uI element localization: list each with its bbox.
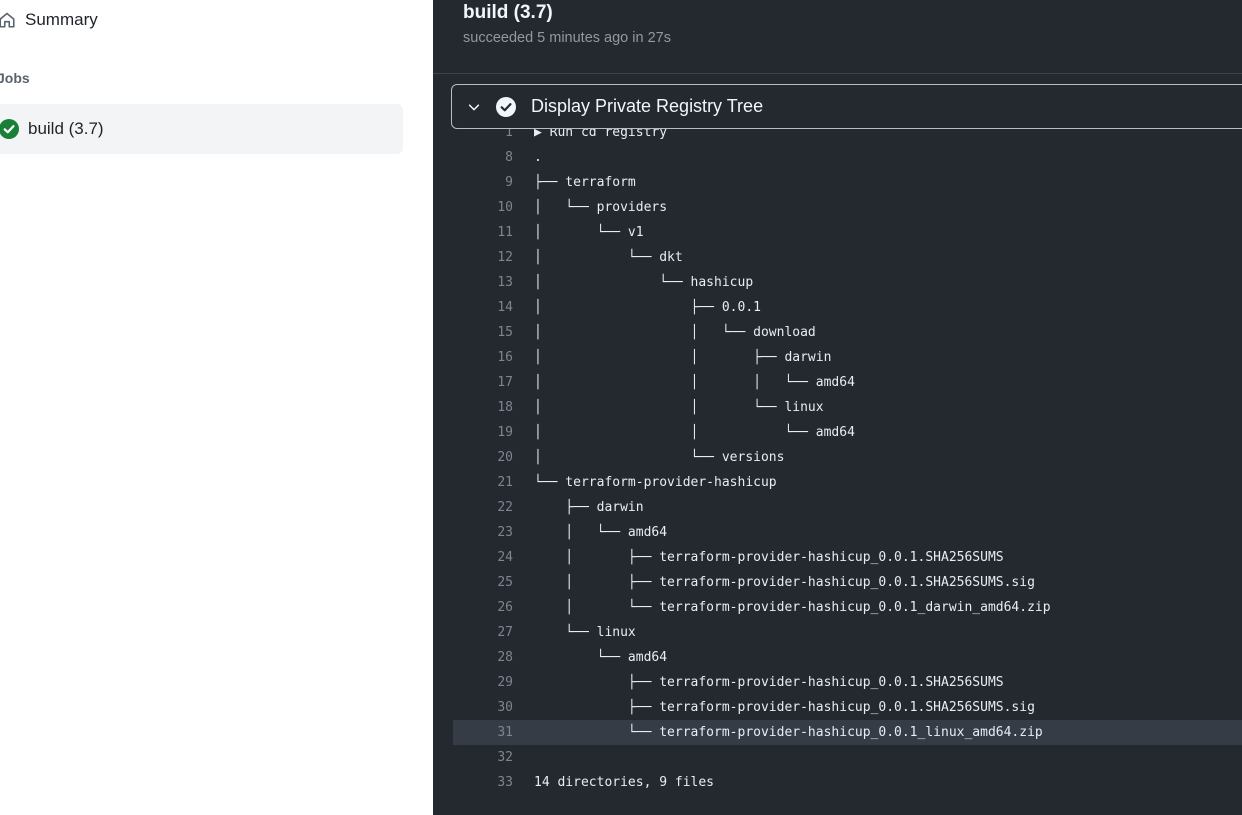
log-line-text: │ └── hashicup: [534, 275, 754, 290]
log-line-text: │ ├── terraform-provider-hashicup_0.0.1.…: [534, 575, 1035, 590]
log-output: 1 ▶ Run cd registry 8. 9 ├── terraform 10 │ └─…: [453, 120, 1242, 795]
log-line-number[interactable]: 10: [453, 200, 513, 215]
log-line-number[interactable]: 13: [453, 275, 513, 290]
log-line-number[interactable]: 18: [453, 400, 513, 415]
log-line-text: └── terraform-provider-hashicup_0.0.1_li…: [534, 725, 1043, 740]
log-line-text: 14 directories, 9 files: [534, 775, 715, 790]
log-line-text: └── linux: [534, 625, 636, 640]
log-line-text: │ │ └── download: [534, 325, 816, 340]
success-check-icon: [496, 96, 516, 117]
log-line: 14 │ ├── 0.0.1: [453, 295, 1242, 320]
log-line-number[interactable]: 30: [453, 700, 513, 715]
log-line-text: │ └── terraform-provider-hashicup_0.0.1_…: [534, 600, 1051, 615]
log-line-number[interactable]: 25: [453, 575, 513, 590]
log-line-number[interactable]: 27: [453, 625, 513, 640]
log-line: 27 └── linux: [453, 620, 1242, 645]
log-line-text: └── amd64: [534, 650, 668, 665]
log-line-text: │ └── v1: [534, 225, 644, 240]
log-line-number[interactable]: 29: [453, 675, 513, 690]
log-line: 21 └── terraform-provider-hashicup: [453, 470, 1242, 495]
summary-link[interactable]: Summary: [0, 6, 98, 34]
log-line-number[interactable]: 32: [453, 750, 513, 765]
log-line-text: │ │ │ └── amd64: [534, 375, 855, 390]
log-line-text: .: [534, 150, 542, 165]
home-icon: [0, 12, 15, 28]
log-line: 30 ├── terraform-provider-hashicup_0.0.1…: [453, 695, 1242, 720]
log-line-number[interactable]: 8: [453, 150, 513, 165]
job-title: build (3.7): [463, 2, 553, 23]
job-label: build (3.7): [28, 119, 104, 138]
success-check-icon: [0, 119, 19, 139]
log-line: 28 └── amd64: [453, 645, 1242, 670]
log-line: 9 ├── terraform: [453, 170, 1242, 195]
log-line-text: │ ├── terraform-provider-hashicup_0.0.1.…: [534, 550, 1004, 565]
log-line: 25 │ ├── terraform-provider-hashicup_0.0…: [453, 570, 1242, 595]
log-line-text: ├── terraform-provider-hashicup_0.0.1.SH…: [534, 675, 1004, 690]
job-header: build (3.7) succeeded 5 minutes ago in 2…: [433, 0, 1242, 74]
log-line: 23 │ └── amd64: [453, 520, 1242, 545]
log-line: 11 │ └── v1: [453, 220, 1242, 245]
log-line-number[interactable]: 19: [453, 425, 513, 440]
log-line-text: ├── terraform: [534, 175, 636, 190]
log-line-text: │ │ └── linux: [534, 400, 824, 415]
log-line-number[interactable]: 20: [453, 450, 513, 465]
log-line-number[interactable]: 14: [453, 300, 513, 315]
log-line-number[interactable]: 24: [453, 550, 513, 565]
log-line-number[interactable]: 28: [453, 650, 513, 665]
step-header[interactable]: Display Private Registry Tree: [451, 84, 1242, 129]
log-line-text: ├── darwin: [534, 500, 644, 515]
log-line: 17 │ │ │ └── amd64: [453, 370, 1242, 395]
log-line: 18 │ │ └── linux: [453, 395, 1242, 420]
log-line: 12 │ └── dkt: [453, 245, 1242, 270]
log-line: 19 │ │ └── amd64: [453, 420, 1242, 445]
log-line: 26 │ └── terraform-provider-hashicup_0.0…: [453, 595, 1242, 620]
log-line: 8.: [453, 145, 1242, 170]
log-line-number[interactable]: 16: [453, 350, 513, 365]
log-line-number[interactable]: 22: [453, 500, 513, 515]
log-line: 16 │ │ ├── darwin: [453, 345, 1242, 370]
log-line: 15 │ │ └── download: [453, 320, 1242, 345]
log-line-text: │ ├── 0.0.1: [534, 300, 761, 315]
log-line: 10 │ └── providers: [453, 195, 1242, 220]
log-line-text: │ │ └── amd64: [534, 425, 855, 440]
job-status-meta: succeeded 5 minutes ago in 27s: [463, 30, 671, 46]
log-line: 31 └── terraform-provider-hashicup_0.0.1…: [453, 720, 1242, 745]
log-line-number[interactable]: 23: [453, 525, 513, 540]
log-line: 24 │ ├── terraform-provider-hashicup_0.0…: [453, 545, 1242, 570]
log-line: 32: [453, 745, 1242, 770]
log-line-number[interactable]: 12: [453, 250, 513, 265]
log-line-text: └── terraform-provider-hashicup: [534, 475, 777, 490]
log-line-number[interactable]: 9: [453, 175, 513, 190]
sidebar: Summary Jobs build (3.7): [0, 0, 433, 815]
job-log-panel: build (3.7) succeeded 5 minutes ago in 2…: [433, 0, 1242, 815]
log-line-number[interactable]: 21: [453, 475, 513, 490]
log-line-text: │ └── dkt: [534, 250, 683, 265]
log-line-text: ├── terraform-provider-hashicup_0.0.1.SH…: [534, 700, 1035, 715]
log-line-number[interactable]: 11: [453, 225, 513, 240]
chevron-down-icon: [468, 103, 480, 110]
log-line-text: │ │ ├── darwin: [534, 350, 832, 365]
log-line-number[interactable]: 15: [453, 325, 513, 340]
log-line: 29 ├── terraform-provider-hashicup_0.0.1…: [453, 670, 1242, 695]
log-line: 20 │ └── versions: [453, 445, 1242, 470]
jobs-heading: Jobs: [0, 70, 30, 86]
log-line-text: │ └── amd64: [534, 525, 668, 540]
log-line: 13 │ └── hashicup: [453, 270, 1242, 295]
log-line-number[interactable]: 33: [453, 775, 513, 790]
summary-label: Summary: [25, 10, 98, 29]
step-name: Display Private Registry Tree: [531, 96, 764, 116]
sidebar-job-build[interactable]: build (3.7): [0, 104, 403, 154]
log-line: 22 ├── darwin: [453, 495, 1242, 520]
log-line-number[interactable]: 26: [453, 600, 513, 615]
log-line-number[interactable]: 17: [453, 375, 513, 390]
log-line-number[interactable]: 31: [453, 725, 513, 740]
log-line: 33 14 directories, 9 files: [453, 770, 1242, 795]
log-line-text: │ └── providers: [534, 200, 668, 215]
log-line-text: │ └── versions: [534, 450, 785, 465]
